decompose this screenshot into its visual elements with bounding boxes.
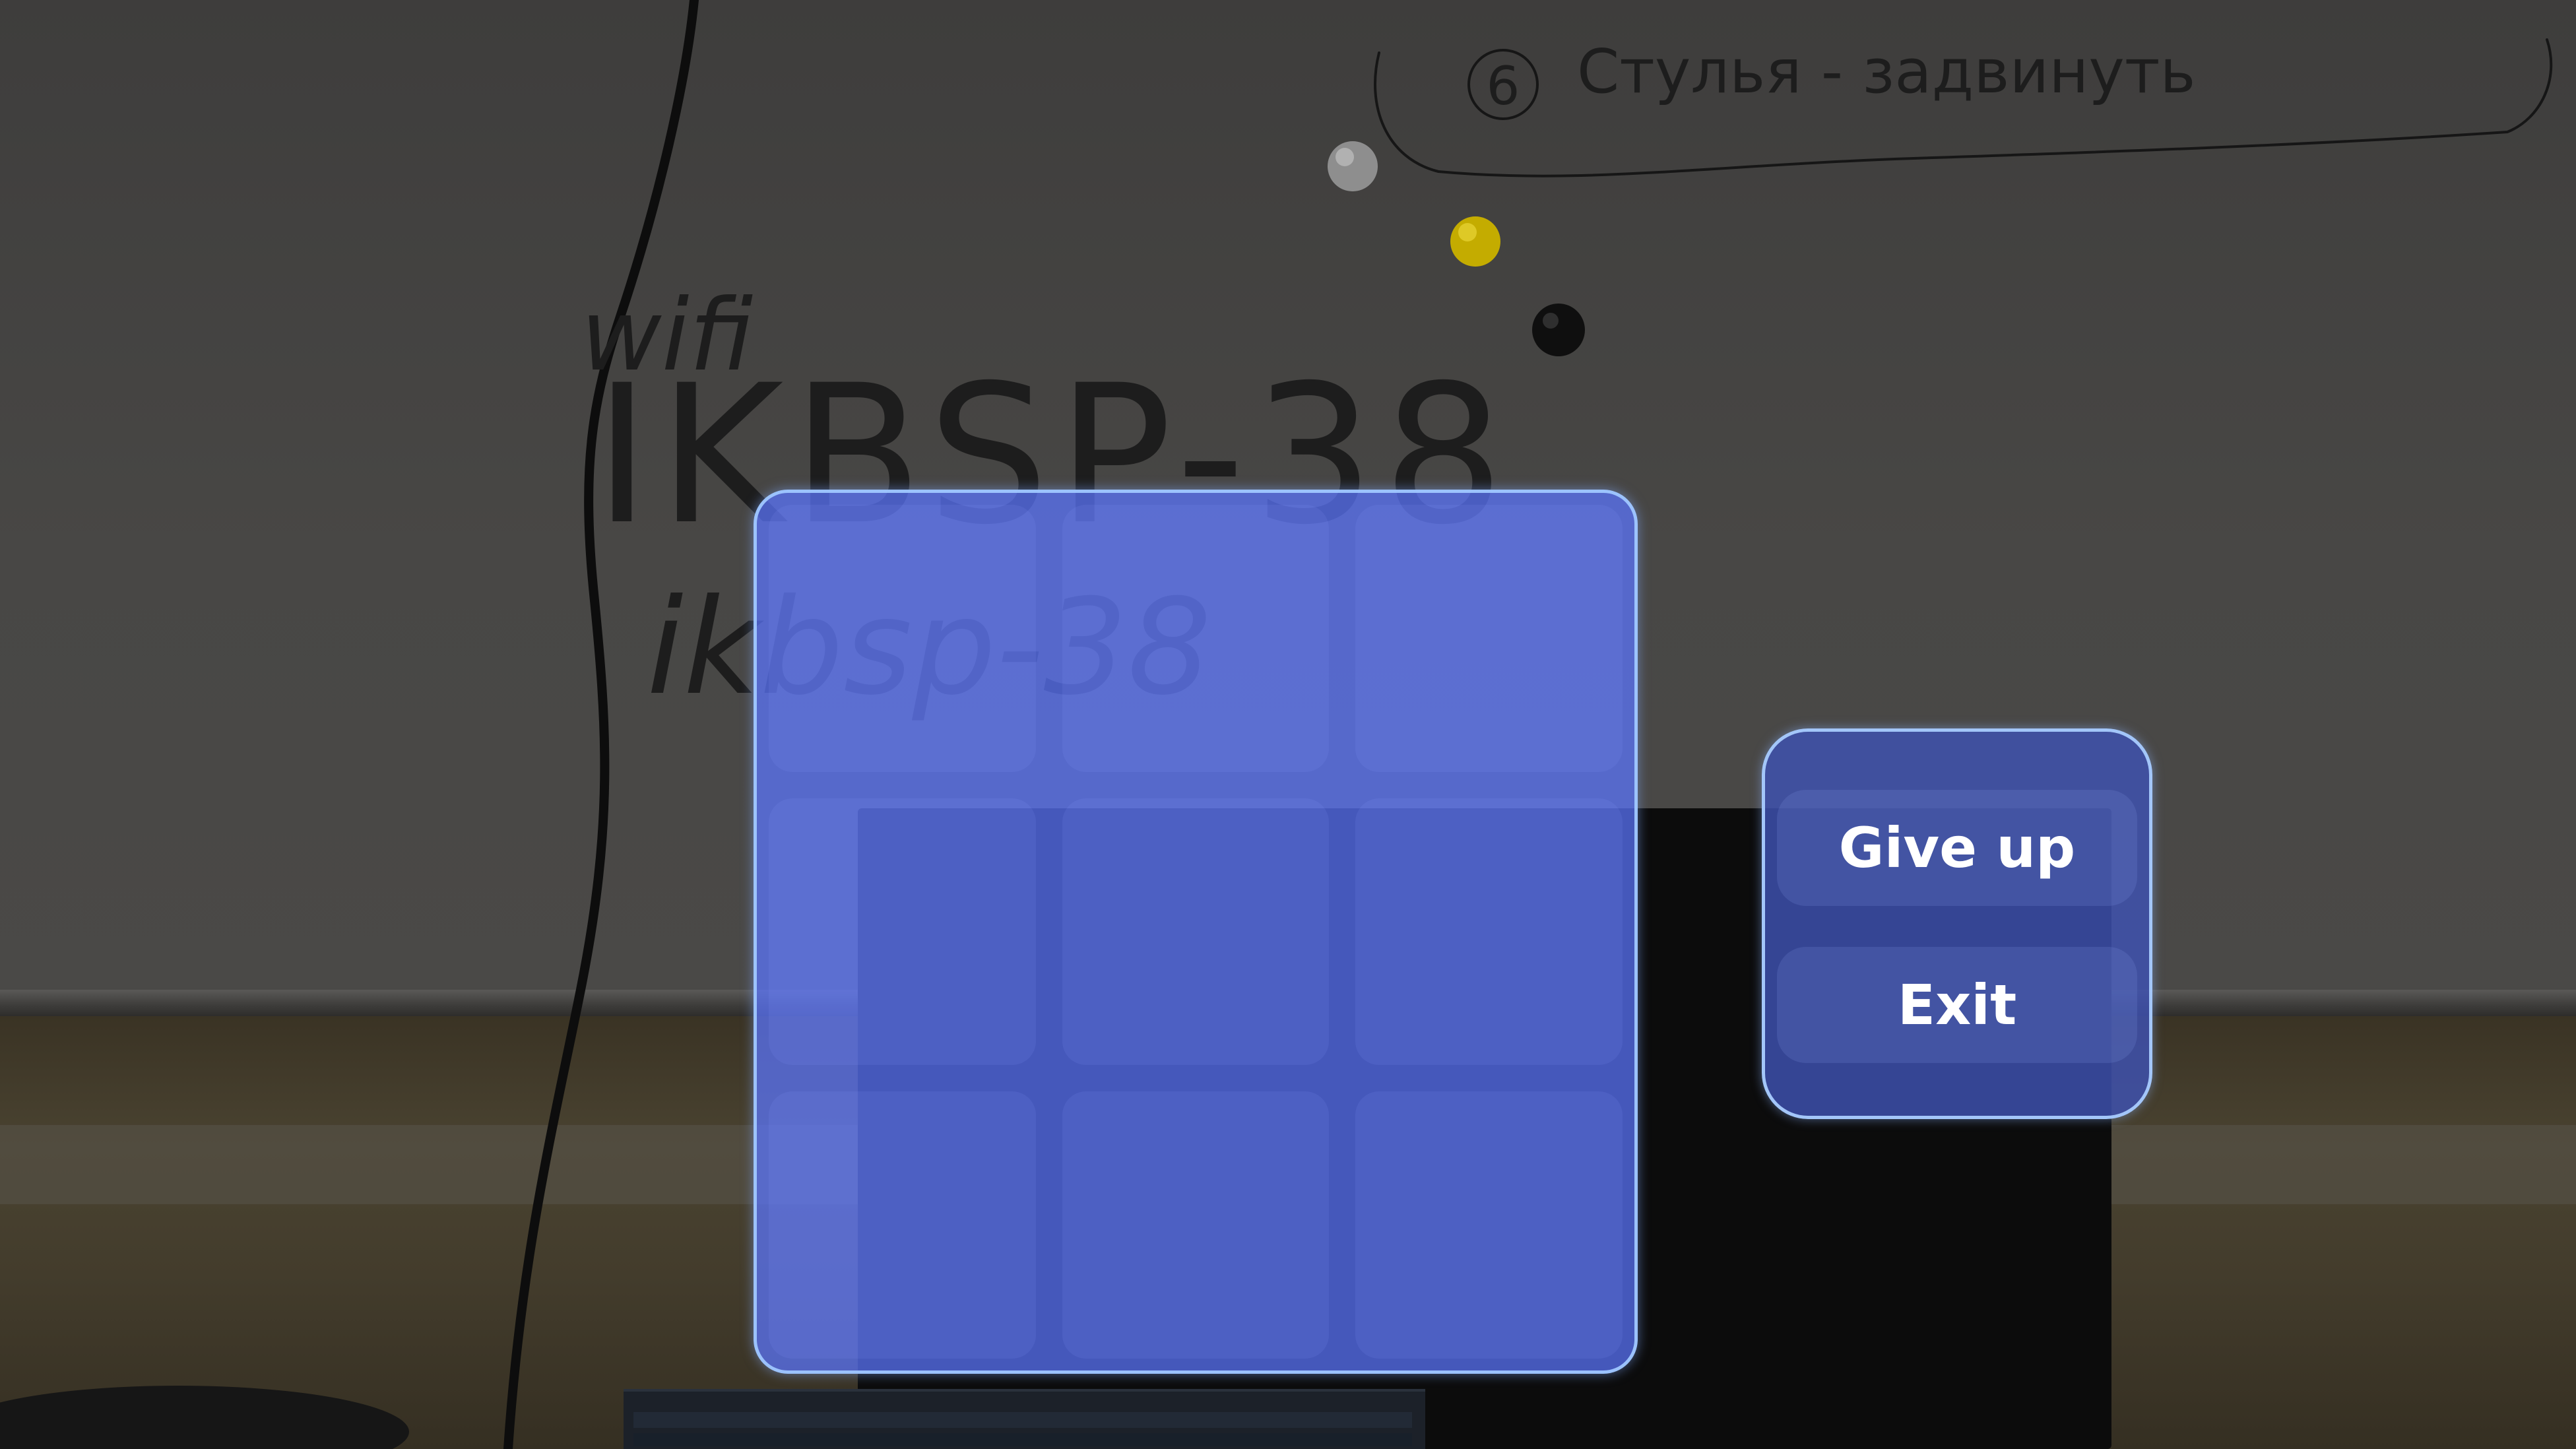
passthrough-scene: 6 Стулья - задвинуть wifi IKBSP-38 ikbsp…: [0, 0, 2576, 1449]
note-number: 6: [1487, 55, 1520, 117]
yellow-magnet-highlight: [1458, 223, 1477, 242]
gray-magnet-highlight: [1336, 148, 1354, 166]
grid-cell-r1-c3[interactable]: [1355, 505, 1623, 772]
grid-cell-r3-c1[interactable]: [769, 1091, 1036, 1359]
grid-cell-r1-c2[interactable]: [1062, 505, 1330, 772]
cable: [503, 0, 699, 1449]
grid-cell-r2-c3[interactable]: [1355, 798, 1623, 1066]
grid-cell-r2-c2[interactable]: [1062, 798, 1330, 1066]
black-magnet-highlight: [1543, 313, 1559, 329]
grid-cell-r1-c1[interactable]: [769, 505, 1036, 772]
grid-cell-r2-c1[interactable]: [769, 798, 1036, 1066]
gray-magnet: [1328, 141, 1378, 191]
board-note-text: Стулья - задвинуть: [1577, 36, 2196, 107]
grid-cell-r3-c3[interactable]: [1355, 1091, 1623, 1359]
game-grid: [769, 505, 1623, 1359]
game-menu-panel: Give up Exit: [1762, 728, 2152, 1119]
exit-button[interactable]: Exit: [1777, 947, 2137, 1063]
black-magnet: [1532, 304, 1585, 356]
give-up-button[interactable]: Give up: [1777, 790, 2137, 906]
yellow-magnet: [1450, 216, 1500, 267]
grid-cell-r3-c2[interactable]: [1062, 1091, 1330, 1359]
game-board-panel: [754, 490, 1638, 1374]
